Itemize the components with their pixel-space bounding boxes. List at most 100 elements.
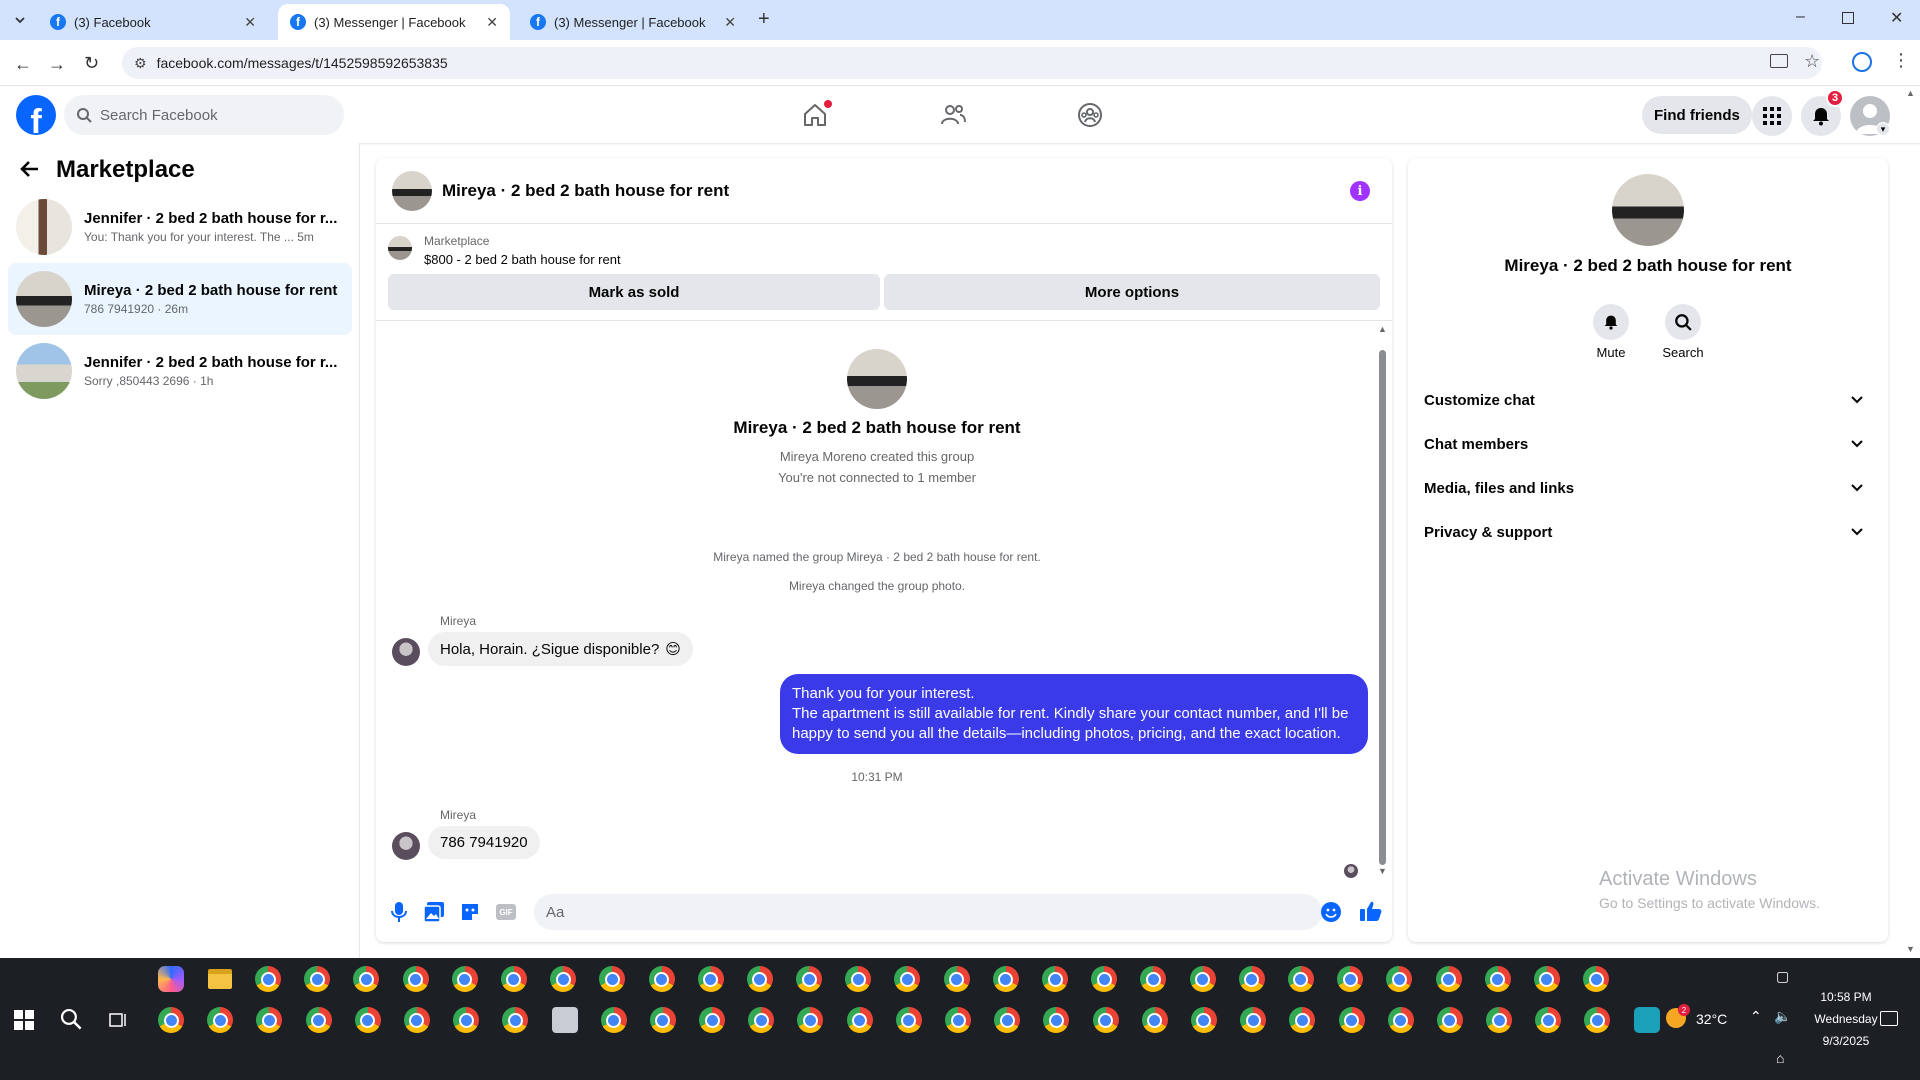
chrome-taskbar-icon[interactable] [1190,1007,1217,1033]
chrome-taskbar-icon[interactable] [600,1007,627,1033]
chat-members-row[interactable]: Chat members [1424,422,1872,466]
message-bubble-outgoing[interactable]: Thank you for your interest. The apartme… [780,674,1368,754]
chrome-taskbar-icon[interactable] [648,966,675,992]
chrome-taskbar-icon[interactable] [1042,966,1068,992]
like-thumb-icon[interactable] [1360,900,1382,922]
mute-button[interactable] [1593,304,1629,340]
chrome-taskbar-icon[interactable] [550,966,577,992]
scroll-down-icon[interactable]: ▼ [1378,866,1387,876]
page-scroll-up-icon[interactable]: ▲ [1906,88,1915,98]
reload-icon[interactable]: ↻ [84,53,99,74]
chrome-taskbar-icon[interactable] [1533,966,1560,992]
chrome-taskbar-icon[interactable] [1141,1007,1168,1033]
tray-chevron-icon[interactable]: ⌃ [1750,1008,1762,1025]
photo-attach-icon[interactable] [424,902,444,922]
tab-close-icon[interactable]: ✕ [244,14,256,31]
chrome-taskbar-icon[interactable] [746,966,773,992]
chrome-taskbar-icon[interactable] [1140,966,1167,992]
chrome-taskbar-icon[interactable] [502,1007,529,1033]
facebook-logo-icon[interactable]: f [16,95,56,135]
chrome-taskbar-icon[interactable] [1240,1007,1267,1033]
conversation-item-mireya[interactable]: Mireya · 2 bed 2 bath house for rent 786… [8,263,352,335]
chrome-taskbar-icon[interactable] [451,966,478,992]
sender-avatar[interactable] [392,638,420,666]
message-composer[interactable] [534,894,1322,930]
chrome-taskbar-icon[interactable] [1091,966,1118,992]
network-icon[interactable]: ⌂ [1776,1050,1784,1066]
copilot-icon[interactable] [158,966,184,992]
chrome-taskbar-icon[interactable] [1287,966,1314,992]
more-options-button[interactable]: More options [884,274,1380,310]
install-app-icon[interactable] [1770,54,1788,68]
minimize-icon[interactable]: – [1796,8,1805,26]
emoji-picker-icon[interactable] [1321,902,1341,922]
find-friends-button[interactable]: Find friends [1642,96,1752,134]
facebook-search[interactable] [64,95,344,135]
file-explorer-icon[interactable] [208,969,232,989]
message-bubble-incoming[interactable]: Hola, Horain. ¿Sigue disponible? 😊 [428,632,693,666]
chrome-taskbar-icon[interactable] [158,1007,184,1033]
chrome-taskbar-icon[interactable] [699,1007,726,1033]
tray-date[interactable]: 9/3/2025 [1808,1034,1884,1048]
browser-tab-3[interactable]: f (3) Messenger | Facebook ✕ [518,4,748,40]
new-tab-icon[interactable]: + [758,8,770,31]
chrome-taskbar-icon[interactable] [1092,1007,1119,1033]
chrome-taskbar-icon[interactable] [649,1007,676,1033]
conversation-item-jennifer-1[interactable]: Jennifer · 2 bed 2 bath house for r... Y… [8,191,352,263]
chrome-taskbar-icon[interactable] [895,1007,922,1033]
search-conversation-button[interactable] [1665,304,1701,340]
bookmark-star-icon[interactable]: ☆ [1804,51,1820,72]
chrome-taskbar-icon[interactable] [1386,966,1413,992]
message-bubble-incoming[interactable]: 786 7941920 [428,826,540,859]
chrome-taskbar-icon[interactable] [599,966,626,992]
chrome-taskbar-icon[interactable] [796,966,823,992]
volume-icon[interactable]: 🔈 [1774,1008,1791,1025]
chrome-taskbar-icon[interactable] [1337,966,1364,992]
meet-now-icon[interactable]: ▢ [1776,968,1789,985]
task-view-icon[interactable] [108,1010,128,1030]
chrome-taskbar-icon[interactable] [1387,1007,1414,1033]
back-icon[interactable]: ← [14,54,32,75]
chrome-taskbar-icon[interactable] [256,1007,283,1033]
chrome-taskbar-icon[interactable] [1436,1007,1463,1033]
close-window-icon[interactable]: ✕ [1890,8,1903,28]
app-taskbar-icon[interactable] [551,1007,578,1033]
message-input[interactable] [546,903,1246,921]
chrome-taskbar-icon[interactable] [1535,1007,1562,1033]
chrome-taskbar-icon[interactable] [697,966,724,992]
chrome-taskbar-icon[interactable] [1583,966,1610,992]
chrome-taskbar-icon[interactable] [1238,966,1265,992]
chat-scrollbar-thumb[interactable] [1379,350,1386,865]
chrome-taskbar-icon[interactable] [1435,966,1462,992]
chrome-taskbar-icon[interactable] [304,966,331,992]
chrome-taskbar-icon[interactable] [453,1007,480,1033]
tray-day[interactable]: Wednesday [1800,1012,1892,1026]
chrome-taskbar-icon[interactable] [945,1007,971,1033]
temperature[interactable]: 32°C [1696,1011,1727,1027]
chrome-taskbar-icon[interactable] [943,966,970,992]
chrome-taskbar-icon[interactable] [1484,966,1511,992]
chrome-taskbar-icon[interactable] [1338,1007,1365,1033]
tab-close-icon[interactable]: ✕ [486,14,498,31]
back-arrow-icon[interactable] [18,157,42,181]
scroll-up-icon[interactable]: ▲ [1378,324,1387,334]
chat-info-icon[interactable]: i [1350,181,1370,201]
chrome-taskbar-icon[interactable] [255,966,281,992]
chrome-taskbar-icon[interactable] [797,1007,824,1033]
chrome-taskbar-icon[interactable] [354,1007,381,1033]
browser-menu-icon[interactable]: ⋮ [1892,50,1910,71]
gif-icon[interactable]: GIF [496,904,516,920]
media-files-links-row[interactable]: Media, files and links [1424,466,1872,510]
restore-icon[interactable] [1842,12,1854,24]
action-center-icon[interactable] [1880,1011,1898,1026]
chrome-taskbar-icon[interactable] [1189,966,1216,992]
browser-tab-2[interactable]: f (3) Messenger | Facebook ✕ [278,4,510,40]
info-avatar[interactable] [1612,174,1684,246]
chrome-taskbar-icon[interactable] [845,966,872,992]
app-taskbar-icon[interactable] [1633,1007,1660,1033]
sticker-icon[interactable] [460,902,480,922]
chrome-taskbar-icon[interactable] [500,966,527,992]
chrome-taskbar-icon[interactable] [1584,1007,1611,1033]
chrome-taskbar-icon[interactable] [992,966,1019,992]
page-scroll-down-icon[interactable]: ▼ [1906,944,1915,954]
